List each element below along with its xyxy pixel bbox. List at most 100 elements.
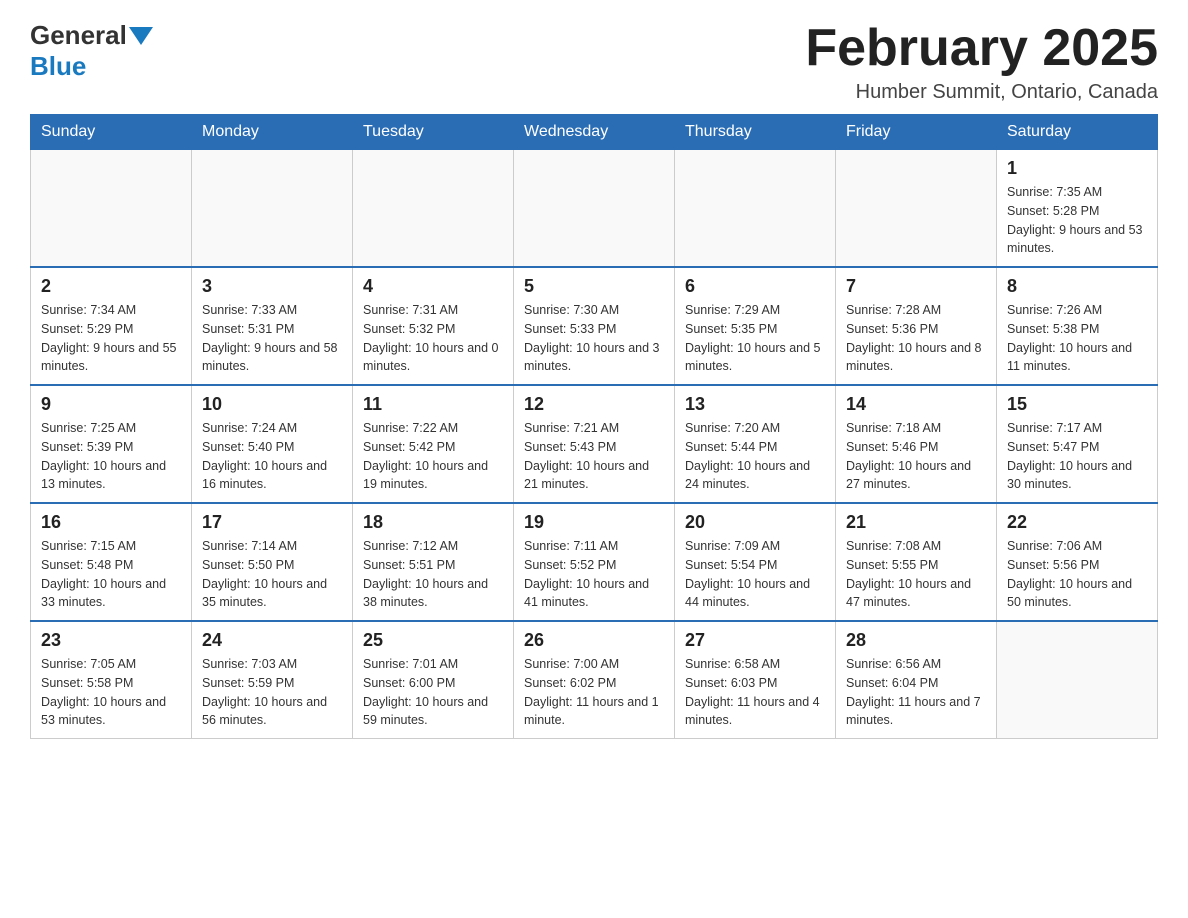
day-number: 7 [846, 276, 986, 297]
day-info: Sunrise: 7:22 AM Sunset: 5:42 PM Dayligh… [363, 419, 503, 494]
calendar-cell: 24 Sunrise: 7:03 AM Sunset: 5:59 PM Dayli… [192, 621, 353, 739]
day-number: 27 [685, 630, 825, 651]
calendar-cell [353, 150, 514, 268]
day-number: 28 [846, 630, 986, 651]
day-info: Sunrise: 7:05 AM Sunset: 5:58 PM Dayligh… [41, 655, 181, 730]
day-info: Sunrise: 7:00 AM Sunset: 6:02 PM Dayligh… [524, 655, 664, 730]
logo-general-text: General [30, 20, 127, 51]
day-info: Sunrise: 7:18 AM Sunset: 5:46 PM Dayligh… [846, 419, 986, 494]
day-info: Sunrise: 7:20 AM Sunset: 5:44 PM Dayligh… [685, 419, 825, 494]
day-number: 5 [524, 276, 664, 297]
calendar-week-row: 2 Sunrise: 7:34 AM Sunset: 5:29 PM Daylig… [31, 267, 1158, 385]
day-number: 14 [846, 394, 986, 415]
day-info: Sunrise: 7:35 AM Sunset: 5:28 PM Dayligh… [1007, 183, 1147, 258]
day-number: 21 [846, 512, 986, 533]
day-info: Sunrise: 7:29 AM Sunset: 5:35 PM Dayligh… [685, 301, 825, 376]
calendar-cell: 10 Sunrise: 7:24 AM Sunset: 5:40 PM Dayli… [192, 385, 353, 503]
calendar-cell [514, 150, 675, 268]
calendar-cell: 25Sunrise: 7:01 AM Sunset: 6:00 PM Dayli… [353, 621, 514, 739]
calendar-cell: 7 Sunrise: 7:28 AM Sunset: 5:36 PM Daylig… [836, 267, 997, 385]
day-number: 26 [524, 630, 664, 651]
calendar-cell: 28 Sunrise: 6:56 AM Sunset: 6:04 PM Dayli… [836, 621, 997, 739]
calendar-header-wednesday: Wednesday [514, 115, 675, 150]
day-number: 1 [1007, 158, 1147, 179]
day-info: Sunrise: 7:21 AM Sunset: 5:43 PM Dayligh… [524, 419, 664, 494]
day-info: Sunrise: 7:17 AM Sunset: 5:47 PM Dayligh… [1007, 419, 1147, 494]
calendar-cell [192, 150, 353, 268]
day-info: Sunrise: 7:11 AM Sunset: 5:52 PM Dayligh… [524, 537, 664, 612]
day-number: 16 [41, 512, 181, 533]
calendar-week-row: 16Sunrise: 7:15 AM Sunset: 5:48 PM Dayli… [31, 503, 1158, 621]
calendar-header-monday: Monday [192, 115, 353, 150]
calendar-cell: 9 Sunrise: 7:25 AM Sunset: 5:39 PM Daylig… [31, 385, 192, 503]
logo: General Blue [30, 20, 155, 82]
calendar-header-friday: Friday [836, 115, 997, 150]
day-info: Sunrise: 7:14 AM Sunset: 5:50 PM Dayligh… [202, 537, 342, 612]
calendar-cell: 19 Sunrise: 7:11 AM Sunset: 5:52 PM Dayli… [514, 503, 675, 621]
day-info: Sunrise: 7:25 AM Sunset: 5:39 PM Dayligh… [41, 419, 181, 494]
calendar-cell [31, 150, 192, 268]
calendar-cell: 6 Sunrise: 7:29 AM Sunset: 5:35 PM Daylig… [675, 267, 836, 385]
day-info: Sunrise: 7:08 AM Sunset: 5:55 PM Dayligh… [846, 537, 986, 612]
day-number: 10 [202, 394, 342, 415]
logo-blue-text: Blue [30, 51, 86, 82]
day-number: 2 [41, 276, 181, 297]
calendar-cell: 26 Sunrise: 7:00 AM Sunset: 6:02 PM Dayli… [514, 621, 675, 739]
calendar-cell: 17Sunrise: 7:14 AM Sunset: 5:50 PM Dayli… [192, 503, 353, 621]
day-number: 22 [1007, 512, 1147, 533]
logo-triangle-icon [129, 27, 153, 45]
day-number: 3 [202, 276, 342, 297]
day-info: Sunrise: 6:58 AM Sunset: 6:03 PM Dayligh… [685, 655, 825, 730]
calendar-cell: 12 Sunrise: 7:21 AM Sunset: 5:43 PM Dayli… [514, 385, 675, 503]
day-info: Sunrise: 7:24 AM Sunset: 5:40 PM Dayligh… [202, 419, 342, 494]
day-number: 12 [524, 394, 664, 415]
day-number: 24 [202, 630, 342, 651]
day-info: Sunrise: 7:30 AM Sunset: 5:33 PM Dayligh… [524, 301, 664, 376]
month-title: February 2025 [805, 20, 1158, 77]
day-info: Sunrise: 7:28 AM Sunset: 5:36 PM Dayligh… [846, 301, 986, 376]
day-number: 23 [41, 630, 181, 651]
day-info: Sunrise: 7:33 AM Sunset: 5:31 PM Dayligh… [202, 301, 342, 376]
day-number: 25 [363, 630, 503, 651]
day-info: Sunrise: 7:03 AM Sunset: 5:59 PM Dayligh… [202, 655, 342, 730]
calendar-header-thursday: Thursday [675, 115, 836, 150]
day-info: Sunrise: 6:56 AM Sunset: 6:04 PM Dayligh… [846, 655, 986, 730]
location-title: Humber Summit, Ontario, Canada [805, 81, 1158, 104]
day-number: 6 [685, 276, 825, 297]
day-info: Sunrise: 7:06 AM Sunset: 5:56 PM Dayligh… [1007, 537, 1147, 612]
day-info: Sunrise: 7:09 AM Sunset: 5:54 PM Dayligh… [685, 537, 825, 612]
calendar-header-tuesday: Tuesday [353, 115, 514, 150]
day-number: 20 [685, 512, 825, 533]
day-info: Sunrise: 7:34 AM Sunset: 5:29 PM Dayligh… [41, 301, 181, 376]
calendar-cell: 3 Sunrise: 7:33 AM Sunset: 5:31 PM Daylig… [192, 267, 353, 385]
calendar-cell: 1 Sunrise: 7:35 AM Sunset: 5:28 PM Daylig… [997, 150, 1158, 268]
day-number: 11 [363, 394, 503, 415]
calendar-week-row: 9 Sunrise: 7:25 AM Sunset: 5:39 PM Daylig… [31, 385, 1158, 503]
day-info: Sunrise: 7:12 AM Sunset: 5:51 PM Dayligh… [363, 537, 503, 612]
day-number: 19 [524, 512, 664, 533]
calendar-cell: 11 Sunrise: 7:22 AM Sunset: 5:42 PM Dayli… [353, 385, 514, 503]
calendar-cell [997, 621, 1158, 739]
calendar-cell: 27 Sunrise: 6:58 AM Sunset: 6:03 PM Dayli… [675, 621, 836, 739]
calendar-header-row: SundayMondayTuesdayWednesdayThursdayFrid… [31, 115, 1158, 150]
calendar-cell: 8 Sunrise: 7:26 AM Sunset: 5:38 PM Daylig… [997, 267, 1158, 385]
calendar-week-row: 1 Sunrise: 7:35 AM Sunset: 5:28 PM Daylig… [31, 150, 1158, 268]
calendar-cell: 15 Sunrise: 7:17 AM Sunset: 5:47 PM Dayli… [997, 385, 1158, 503]
calendar-header-sunday: Sunday [31, 115, 192, 150]
day-number: 15 [1007, 394, 1147, 415]
calendar-cell: 4Sunrise: 7:31 AM Sunset: 5:32 PM Daylig… [353, 267, 514, 385]
calendar-cell [836, 150, 997, 268]
calendar-cell: 21 Sunrise: 7:08 AM Sunset: 5:55 PM Dayli… [836, 503, 997, 621]
calendar-header-saturday: Saturday [997, 115, 1158, 150]
day-number: 9 [41, 394, 181, 415]
day-number: 18 [363, 512, 503, 533]
calendar-cell: 14 Sunrise: 7:18 AM Sunset: 5:46 PM Dayli… [836, 385, 997, 503]
calendar-cell [675, 150, 836, 268]
calendar-cell: 22 Sunrise: 7:06 AM Sunset: 5:56 PM Dayli… [997, 503, 1158, 621]
title-block: February 2025 Humber Summit, Ontario, Ca… [805, 20, 1158, 104]
day-info: Sunrise: 7:26 AM Sunset: 5:38 PM Dayligh… [1007, 301, 1147, 376]
calendar-cell: 5 Sunrise: 7:30 AM Sunset: 5:33 PM Daylig… [514, 267, 675, 385]
calendar-cell: 16Sunrise: 7:15 AM Sunset: 5:48 PM Dayli… [31, 503, 192, 621]
calendar-cell: 23 Sunrise: 7:05 AM Sunset: 5:58 PM Dayli… [31, 621, 192, 739]
day-number: 8 [1007, 276, 1147, 297]
